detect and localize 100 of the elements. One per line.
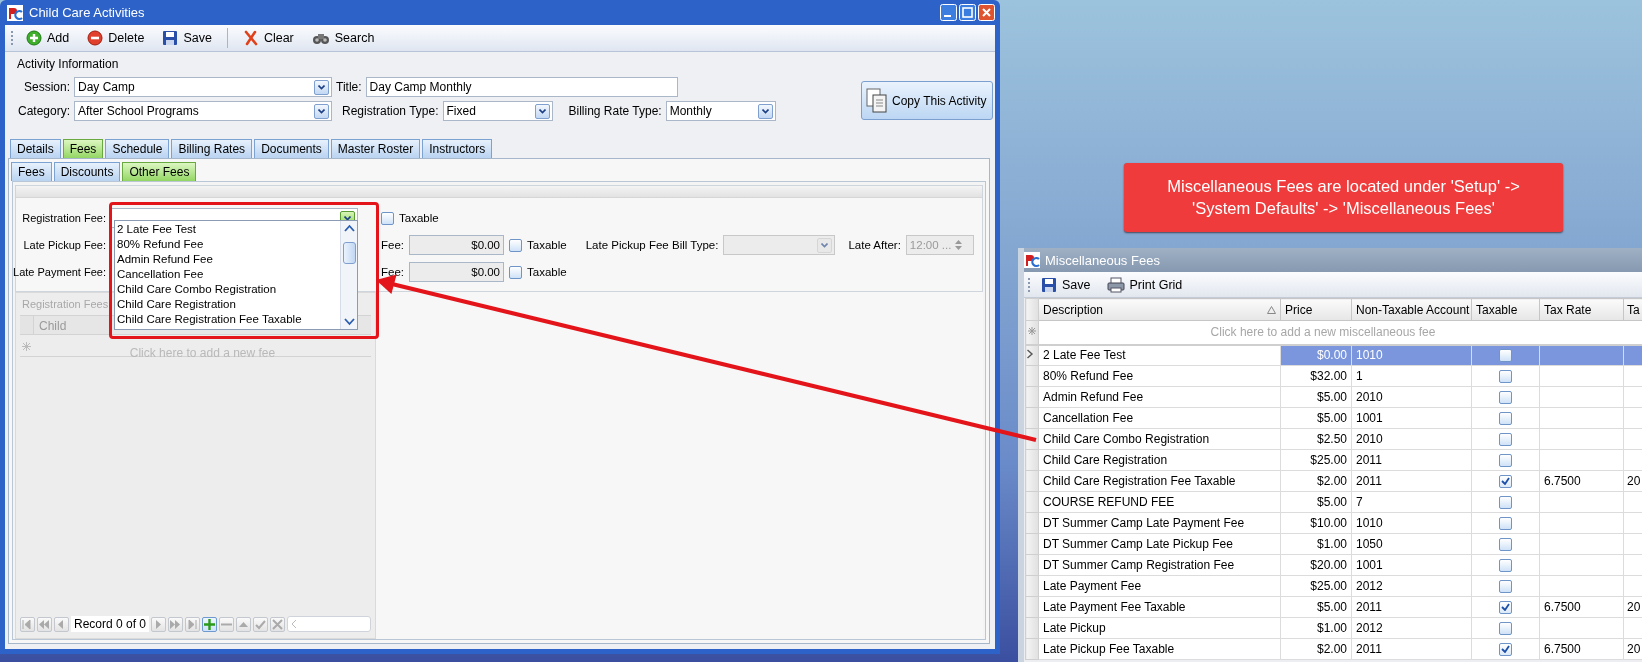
copy-activity-button[interactable]: Copy This Activity: [861, 81, 993, 120]
table-row[interactable]: 80% Refund Fee $32.00 1: [1025, 365, 1642, 387]
table-cell: 2011: [1351, 638, 1472, 660]
tab[interactable]: Fees: [62, 139, 104, 158]
checkbox[interactable]: [1499, 579, 1512, 593]
dropdown-item[interactable]: 2 Late Fee Test: [117, 222, 338, 237]
column-header[interactable]: Price: [1280, 298, 1352, 321]
tab[interactable]: Discounts: [53, 162, 121, 181]
table-row[interactable]: Late Pickup $1.00 2012: [1025, 617, 1642, 639]
tab[interactable]: Master Roster: [330, 139, 421, 158]
tab[interactable]: Details: [10, 139, 61, 158]
next-page-icon[interactable]: [169, 617, 183, 631]
table-row[interactable]: Admin Refund Fee $5.00 2010: [1025, 386, 1642, 408]
dropdown-item[interactable]: Cancellation Fee: [117, 267, 338, 282]
window-title: Miscellaneous Fees: [1045, 252, 1160, 268]
tab[interactable]: Schedule: [105, 139, 170, 158]
table-cell: $32.00: [1280, 365, 1352, 387]
dropdown-item[interactable]: 80% Refund Fee: [117, 237, 338, 252]
checkbox[interactable]: [1499, 453, 1512, 467]
checkbox[interactable]: [1499, 432, 1512, 446]
checkbox[interactable]: [1499, 516, 1512, 530]
field-label: Billing Rate Type:: [568, 104, 662, 118]
table-row[interactable]: DT Summer Camp Late Pickup Fee $1.00 1050: [1025, 533, 1642, 555]
delete-button[interactable]: Delete: [80, 28, 152, 48]
add-icon: [26, 30, 42, 46]
first-record-icon[interactable]: [21, 617, 34, 631]
table-row[interactable]: Late Payment Fee Taxable $5.00 2011 6.7500 20: [1025, 596, 1642, 618]
table-cell: Cancellation Fee: [1038, 407, 1281, 429]
print-button[interactable]: Print Grid: [1099, 274, 1190, 295]
dropdown-item[interactable]: Child Care Combo Registration: [117, 282, 338, 297]
session-dropdown[interactable]: Day Camp: [74, 77, 332, 97]
table-row[interactable]: Child Care Combo Registration $2.50 2010: [1025, 428, 1642, 450]
fee-field[interactable]: $0.00: [409, 235, 504, 255]
scrollbar[interactable]: [340, 221, 357, 329]
checkbox[interactable]: [1499, 642, 1512, 656]
previous-page-icon[interactable]: [38, 617, 51, 631]
chevron-down-icon: [761, 108, 769, 114]
column-header[interactable]: Description: [1038, 298, 1281, 321]
checkbox[interactable]: [509, 238, 522, 252]
table-cell: 2011: [1351, 449, 1472, 471]
tab[interactable]: Instructors: [422, 139, 493, 158]
dropdown-item[interactable]: Child Care Registration: [117, 297, 338, 312]
checkbox[interactable]: [1499, 390, 1512, 404]
title-field[interactable]: Day Camp Monthly: [365, 77, 678, 97]
table-row[interactable]: DT Summer Camp Registration Fee $20.00 1001: [1025, 554, 1642, 576]
checkbox[interactable]: [1499, 621, 1512, 635]
checkbox[interactable]: [1499, 600, 1512, 614]
scroll-down-icon[interactable]: [342, 316, 356, 328]
dropdown-item[interactable]: Admin Refund Fee: [117, 252, 338, 267]
fee-field[interactable]: $0.00: [409, 262, 504, 282]
table-row[interactable]: Child Care Registration $25.00 2011: [1025, 449, 1642, 471]
close-icon[interactable]: [978, 4, 995, 21]
table-cell: 2011: [1351, 596, 1472, 618]
minimize-icon[interactable]: [940, 4, 957, 21]
table-row[interactable]: Late Payment Fee $25.00 2012: [1025, 575, 1642, 597]
checkbox[interactable]: [509, 265, 522, 279]
column-header[interactable]: Taxable: [1471, 298, 1540, 321]
cancel-icon[interactable]: [271, 617, 285, 631]
scroll-thumb[interactable]: [342, 242, 356, 264]
search-button[interactable]: Search: [304, 28, 382, 48]
table-cell: $2.00: [1280, 638, 1352, 660]
spinner-arrows-icon: [954, 239, 964, 251]
table-cell: 6.7500: [1539, 470, 1624, 492]
tab[interactable]: Other Fees: [122, 162, 197, 181]
tab[interactable]: Billing Rates: [171, 139, 253, 158]
field-label: Late Payment Fee:: [13, 266, 106, 278]
maximize-icon[interactable]: [959, 4, 976, 21]
horizontal-scrollbar[interactable]: [287, 616, 371, 632]
table-row[interactable]: COURSE REFUND FEE $5.00 7: [1025, 491, 1642, 513]
scroll-up-icon[interactable]: [342, 222, 356, 234]
checkbox[interactable]: [1499, 558, 1512, 572]
last-record-icon[interactable]: [186, 617, 200, 631]
table-row[interactable]: Child Care Registration Fee Taxable $2.00 2011 6.7500 20: [1025, 470, 1642, 492]
add-record-icon[interactable]: [203, 617, 217, 631]
category-dropdown[interactable]: After School Programs: [74, 101, 332, 121]
clear-button[interactable]: Clear: [235, 28, 301, 48]
billing-rate-type-dropdown[interactable]: Monthly: [665, 101, 776, 121]
table-row[interactable]: DT Summer Camp Late Payment Fee $10.00 1010: [1025, 512, 1642, 534]
checkbox[interactable]: [1499, 348, 1512, 362]
column-header[interactable]: Tax Rate: [1539, 298, 1624, 321]
field-label: Session:: [22, 80, 70, 94]
add-button[interactable]: Add: [19, 28, 77, 48]
registration-type-dropdown[interactable]: Fixed: [442, 101, 553, 121]
table-row[interactable]: Late Pickup Fee Taxable $2.00 2011 6.7500 20: [1025, 638, 1642, 660]
save-button[interactable]: Save: [1034, 274, 1098, 295]
table-row[interactable]: Cancellation Fee $5.00 1001: [1025, 407, 1642, 429]
checkbox[interactable]: [1499, 495, 1512, 509]
table-cell: 80% Refund Fee: [1038, 365, 1281, 387]
tab[interactable]: Fees: [11, 162, 52, 181]
table-row[interactable]: 2 Late Fee Test $0.00 1010: [1025, 344, 1642, 366]
checkbox[interactable]: [1499, 369, 1512, 383]
save-button[interactable]: Save: [155, 28, 219, 48]
tab[interactable]: Documents: [254, 139, 329, 158]
logo-icon: [1024, 252, 1040, 268]
checkbox[interactable]: [1499, 474, 1512, 488]
checkbox[interactable]: [1499, 411, 1512, 425]
checkbox[interactable]: [1499, 537, 1512, 551]
checkbox[interactable]: [381, 211, 394, 225]
column-header[interactable]: Non-Taxable Account: [1351, 298, 1472, 321]
table-cell: Admin Refund Fee: [1038, 386, 1281, 408]
